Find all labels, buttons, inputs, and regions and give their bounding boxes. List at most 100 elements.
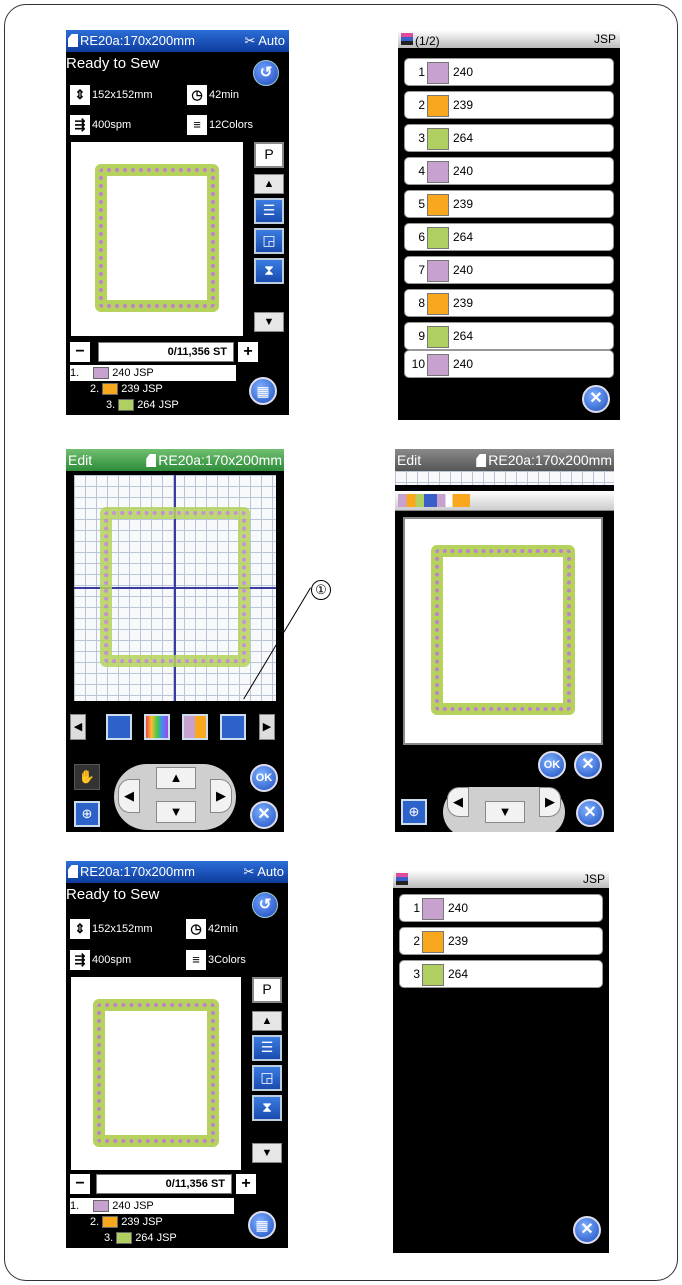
thread-button[interactable]: ⧗ xyxy=(254,258,284,284)
jog-down-button[interactable]: ▼ xyxy=(485,801,525,823)
presser-foot-button[interactable]: P xyxy=(252,977,282,1003)
auto-thread-cutter[interactable]: ✂ Auto xyxy=(244,30,285,52)
jog-down-button[interactable]: ▼ xyxy=(156,801,196,823)
grid-menu-button[interactable]: ▦ xyxy=(248,1211,276,1239)
status-bar: RE20a:170x200mm ✂ Auto xyxy=(66,30,289,52)
color-list-button[interactable]: ☰ xyxy=(252,1035,282,1061)
lavender-swatch xyxy=(427,353,449,376)
close-button[interactable]: ✕ xyxy=(574,751,602,779)
minus-button[interactable]: − xyxy=(70,1174,90,1194)
back-button[interactable]: ↺ xyxy=(253,60,279,86)
color-row[interactable]: 1. 240 JSP xyxy=(70,1198,234,1214)
color-row[interactable]: 2. 239 JSP xyxy=(90,1214,163,1230)
zoom-button[interactable]: ⊕ xyxy=(401,799,427,825)
design-preview xyxy=(71,977,241,1170)
grid-menu-button[interactable]: ▦ xyxy=(249,377,277,405)
edit-grid-behind xyxy=(395,471,614,485)
color-tool-button[interactable] xyxy=(144,714,170,740)
design-preview xyxy=(71,142,243,336)
list-item[interactable]: 4 240 xyxy=(404,157,614,185)
color-grouping-icon xyxy=(398,494,470,507)
close-button[interactable]: ✕ xyxy=(250,801,278,829)
jog-right-button[interactable]: ▶ xyxy=(539,787,561,817)
list-item[interactable]: 2 239 xyxy=(404,91,614,119)
thread-icon: ✂ xyxy=(244,33,256,48)
close-button[interactable]: ✕ xyxy=(576,799,604,827)
floral-wreath-design xyxy=(93,999,219,1147)
trace-button[interactable]: ◲ xyxy=(252,1065,282,1091)
toolbar-prev-button[interactable]: ◀ xyxy=(70,714,86,740)
move-tool-button[interactable] xyxy=(106,714,132,740)
clock-icon: ◷ xyxy=(187,85,207,105)
preview-dialog xyxy=(403,517,603,745)
hoop-size: RE20a:170x200mm xyxy=(68,861,195,883)
color-row[interactable]: 1. 240 JSP xyxy=(70,365,236,381)
list-item[interactable]: 2 239 xyxy=(399,927,603,955)
auto-thread-cutter[interactable]: ✂ Auto xyxy=(243,861,284,883)
scroll-up-button[interactable]: ▲ xyxy=(252,1011,282,1031)
jog-left-button[interactable]: ◀ xyxy=(118,779,140,813)
list-item[interactable]: 7 240 xyxy=(404,256,614,284)
scroll-down-button[interactable]: ▼ xyxy=(252,1143,282,1163)
thread-button[interactable]: ⧗ xyxy=(252,1095,282,1121)
floral-wreath-design xyxy=(100,507,250,667)
ready-to-sew-title: Ready to Sew xyxy=(66,55,160,72)
list-item[interactable]: 1 240 xyxy=(404,58,614,86)
orange-swatch xyxy=(102,383,119,396)
minus-button[interactable]: − xyxy=(70,342,90,362)
toolbar-next-button[interactable]: ▶ xyxy=(259,714,275,740)
list-item[interactable]: 1 240 xyxy=(399,894,603,922)
color-count: ≡ 3Colors xyxy=(186,950,246,970)
trace-button[interactable]: ◲ xyxy=(254,228,284,254)
lavender-swatch xyxy=(93,367,110,380)
trace-icon: ◲ xyxy=(260,1069,274,1085)
hoop-icon xyxy=(68,34,78,47)
color-list-button[interactable]: ☰ xyxy=(254,198,284,224)
color-row[interactable]: 3. 264 JSP xyxy=(106,397,179,413)
green-swatch xyxy=(422,963,444,986)
list-item[interactable]: 10 240 xyxy=(404,350,614,378)
size-icon: ⇕ xyxy=(70,85,90,105)
green-swatch xyxy=(118,399,135,412)
edit-grid[interactable] xyxy=(74,475,276,701)
thread-icon: ✂ xyxy=(243,864,255,879)
color-list-tool-button[interactable] xyxy=(220,714,246,740)
ready-to-sew-title: Ready to Sew xyxy=(66,886,160,903)
jog-up-button[interactable]: ▲ xyxy=(156,767,196,789)
list-item[interactable]: 5 239 xyxy=(404,190,614,218)
ok-button[interactable]: OK xyxy=(250,764,278,792)
close-button[interactable]: ✕ xyxy=(582,385,610,413)
sew-time: ◷ 42min xyxy=(187,85,239,105)
callout-number: ① xyxy=(311,580,331,600)
ok-button[interactable]: OK xyxy=(538,751,566,779)
stitch-counter: − 0/11,356 ST + xyxy=(70,1174,258,1194)
thread-brand: JSP xyxy=(593,32,616,46)
list-item[interactable]: 9 264 xyxy=(404,322,614,350)
jog-left-button[interactable]: ◀ xyxy=(447,787,469,817)
list-item[interactable]: 3 264 xyxy=(404,124,614,152)
orange-swatch xyxy=(422,930,444,953)
color-row[interactable]: 3. 264 JSP xyxy=(104,1230,177,1246)
jog-right-button[interactable]: ▶ xyxy=(210,779,232,813)
sew-screen-1: RE20a:170x200mm ✂ Auto Ready to Sew ↺ ⇕ 1… xyxy=(66,30,289,415)
list-item[interactable]: 6 264 xyxy=(404,223,614,251)
color-row[interactable]: 2. 239 JSP xyxy=(90,381,163,397)
presser-foot-button[interactable]: P xyxy=(254,142,284,168)
list-item[interactable]: 3 264 xyxy=(399,960,603,988)
zoom-button[interactable]: ⊕ xyxy=(74,801,100,827)
spool-icon: ⧗ xyxy=(264,262,274,278)
back-button[interactable]: ↺ xyxy=(252,892,278,918)
hoop-size: RE20a:170x200mm xyxy=(68,30,195,52)
plus-button[interactable]: + xyxy=(238,342,258,362)
color-grouping-button[interactable] xyxy=(182,714,208,740)
close-button[interactable]: ✕ xyxy=(573,1216,601,1244)
scroll-up-button[interactable]: ▲ xyxy=(254,174,284,194)
stitch-count: 0/11,356 ST xyxy=(98,342,234,362)
edit-title-bar: Edit RE20a:170x200mm xyxy=(395,449,614,471)
scroll-down-button[interactable]: ▼ xyxy=(254,312,284,332)
stitch-counter: − 0/11,356 ST + xyxy=(70,342,258,362)
hoop-size: RE20a:170x200mm xyxy=(476,449,612,471)
lavender-swatch xyxy=(93,1200,110,1213)
list-item[interactable]: 8 239 xyxy=(404,289,614,317)
plus-button[interactable]: + xyxy=(236,1174,256,1194)
